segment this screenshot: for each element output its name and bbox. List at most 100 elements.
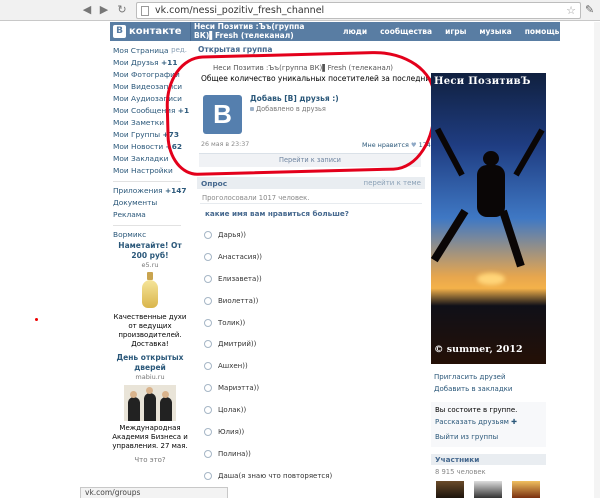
sidebar-item-friends[interactable]: Мои Друзья +11 [113,58,185,70]
members-count: 8 915 человек [435,468,486,476]
poll-option-label: Елизавета)) [218,274,262,283]
member-avatar[interactable] [474,481,502,498]
poll-option-label: Юлия)) [218,427,245,436]
sidebar-item-apps[interactable]: Приложения +147 [113,186,187,198]
reload-icon[interactable]: ↻ [115,3,129,17]
member-avatar[interactable] [512,481,540,498]
sidebar-divider [113,181,181,182]
sunset-glow [477,273,505,285]
back-icon[interactable]: ◀ [80,3,94,17]
poll-option[interactable]: Дмитрий)) [204,333,332,355]
edit-link[interactable]: ред. [171,46,187,54]
radio-button[interactable] [204,296,212,305]
page-icon [141,6,149,16]
poll-option-label: Цолак)) [218,406,247,415]
poll-question: какие имя вам нравиться больше? [205,209,349,218]
radio-button[interactable] [204,252,212,261]
poll-voted-count: Проголосовали 1017 человек. [202,194,310,202]
red-annotation-circle [164,49,438,177]
forward-icon[interactable]: ▶ [97,3,111,17]
poll-header: Опрос перейти к теме [197,177,425,189]
group-actions: Пригласить друзей Добавить в закладки [434,373,512,396]
member-status: Вы состоите в группе. [435,406,518,414]
radio-button[interactable] [204,230,212,239]
invite-friends-link[interactable]: Пригласить друзей [434,373,512,385]
poll-option[interactable]: Елизавета)) [204,268,332,290]
members-header[interactable]: Участники [431,454,546,465]
poll-option-label: Толик)) [218,318,246,327]
poll-option-label: Дарья)) [218,230,246,239]
sidebar-divider [113,225,181,226]
silhouette-arm-right [513,128,545,177]
ad-url: mabiu.ru [135,373,165,381]
group-cover-image[interactable]: Неси ПозитивЪ © summer, 2012 [431,73,546,364]
radio-button[interactable] [204,449,212,458]
member-avatar[interactable] [436,481,464,498]
radio-button[interactable] [204,427,212,436]
radio-button[interactable] [204,406,212,415]
radio-button[interactable] [204,384,212,393]
bookmark-star-icon[interactable]: ☆ [566,4,576,17]
ad-block-perfume[interactable]: Наметайте! От 200 руб! e5.ru Качественны… [110,241,190,349]
sidebar-item-count: +147 [164,186,187,195]
poll-divider [200,203,422,204]
sidebar-item-label: Мои Закладки [113,154,169,163]
poll-option-label: Даша(я знаю что повторяется) [218,471,333,480]
sidebar-item-label: Мои Друзья [113,58,159,67]
poll-option[interactable]: Мариэтта)) [204,377,332,399]
poll-option[interactable]: Дарья)) [204,224,332,246]
nav-music[interactable]: музыка [479,27,511,36]
nav-help[interactable]: помощь [525,27,560,36]
poll-option[interactable]: Анастасия)) [204,246,332,268]
nav-games[interactable]: игры [445,27,466,36]
add-bookmark-link[interactable]: Добавить в закладки [434,385,512,397]
radio-button[interactable] [204,274,212,283]
stray-red-dot [35,318,38,321]
sidebar-item-documents[interactable]: Документы [113,198,185,210]
plus-icon: ✚ [511,418,518,426]
silhouette-leg-right [499,209,525,268]
wrench-icon[interactable]: ✎ [585,3,594,16]
poll-option[interactable]: Даша(я знаю что повторяется) [204,465,332,487]
nav-communities[interactable]: сообщества [380,27,432,36]
nav-people[interactable]: люди [343,27,367,36]
radio-button[interactable] [204,362,212,371]
sidebar-item-label: Мои Группы [113,130,161,139]
leave-group-link[interactable]: Выйти из группы [435,433,498,441]
vk-logo[interactable]: B контакте [113,25,181,38]
ad-block-academy[interactable]: День открытых дверей mabiu.ru Международ… [110,353,190,464]
ad-title[interactable]: День открытых дверей [110,353,190,373]
poll-option[interactable]: Ашхен)) [204,355,332,377]
poll-goto-topic[interactable]: перейти к теме [364,179,421,187]
radio-button[interactable] [204,340,212,349]
tell-friends-link[interactable]: Рассказать друзьям ✚ [435,418,517,426]
sidebar-item-ads[interactable]: Реклама [113,210,185,222]
top-nav: люди сообщества игры музыка помощь выйти [343,27,600,36]
sidebar-item-label: Мои Заметки [113,118,165,127]
url-text[interactable]: vk.com/nessi_pozitiv_fresh_channel [155,5,324,16]
graduates-image[interactable] [124,385,176,421]
poll-option[interactable]: Полина)) [204,443,332,465]
section-label: Открытая группа [198,45,273,54]
silhouette-arm-left [434,127,465,177]
radio-button[interactable] [204,471,212,480]
poll-option[interactable]: Толик)) [204,312,332,334]
sidebar-item-count: +11 [160,58,178,67]
radio-button[interactable] [204,318,212,327]
sidebar-item-settings[interactable]: Мои Настройки [113,166,185,178]
browser-status-bar: vk.com/groups [80,487,228,498]
ad-url: e5.ru [141,261,159,269]
silhouette-body [477,165,505,217]
poll-option[interactable]: Юлия)) [204,421,332,443]
poll-option-label: Дмитрий)) [218,340,257,349]
address-bar[interactable]: vk.com/nessi_pozitiv_fresh_channel ☆ [136,2,581,19]
poll-option[interactable]: Цолак)) [204,399,332,421]
silhouette-head [483,151,499,166]
ads-what-is-this[interactable]: Что это? [110,456,190,464]
perfume-image[interactable] [140,272,160,310]
poll-option[interactable]: Виолетта)) [204,290,332,312]
poll-option-label: Мариэтта)) [218,384,260,393]
sidebar-item-my-page[interactable]: Моя Страница ред. [113,46,187,58]
ad-title[interactable]: Наметайте! От 200 руб! [110,241,190,261]
page-scrollbar[interactable] [594,22,600,498]
